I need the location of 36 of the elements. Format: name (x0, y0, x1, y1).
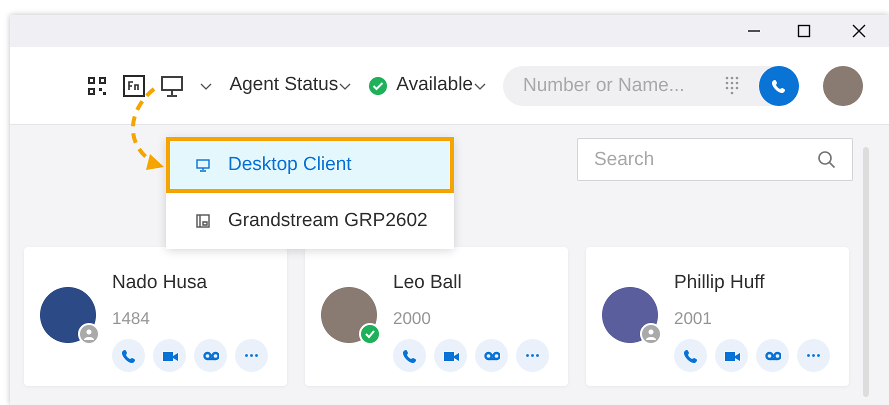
extension-number: 2000 (393, 308, 432, 330)
more-icon (245, 354, 258, 357)
call-icon (402, 348, 418, 364)
call-icon (120, 348, 136, 364)
phone-icon (771, 78, 787, 94)
extension-number: 2001 (674, 308, 713, 330)
qr-code-icon[interactable] (87, 76, 108, 96)
more-icon (526, 354, 539, 357)
voicemail-button[interactable] (475, 339, 508, 372)
call-button[interactable] (393, 339, 426, 372)
call-button[interactable] (759, 66, 799, 106)
extension-number: 1484 (112, 308, 151, 330)
menu-item[interactable]: Grandstream GRP2602 (166, 193, 454, 249)
search-icon (817, 150, 837, 170)
more-icon (807, 354, 820, 357)
call-icon (682, 348, 698, 364)
call-button[interactable] (674, 339, 707, 372)
video-button[interactable] (434, 339, 467, 372)
presence-dropdown[interactable]: Available (396, 71, 487, 100)
agent-status-dropdown[interactable]: Agent Status (229, 71, 352, 100)
monitor-icon (196, 158, 210, 172)
search-field[interactable]: Search (577, 138, 853, 181)
monitor-icon[interactable] (161, 74, 184, 96)
contact-name: Nado Husa (112, 271, 208, 295)
voicemail-button[interactable] (194, 339, 227, 372)
call-button[interactable] (112, 339, 145, 372)
function-key-icon[interactable] (123, 74, 146, 96)
voicemail-button[interactable] (756, 339, 789, 372)
video-button[interactable] (153, 339, 186, 372)
menu-item[interactable]: Desktop Client (166, 137, 454, 193)
desk-phone-icon (196, 214, 210, 228)
contact-name: Leo Ball (393, 271, 463, 295)
keypad-icon[interactable] (725, 76, 739, 95)
contact-name: Phillip Huff (674, 271, 766, 295)
user-avatar[interactable] (823, 66, 863, 106)
video-button[interactable] (715, 339, 748, 372)
